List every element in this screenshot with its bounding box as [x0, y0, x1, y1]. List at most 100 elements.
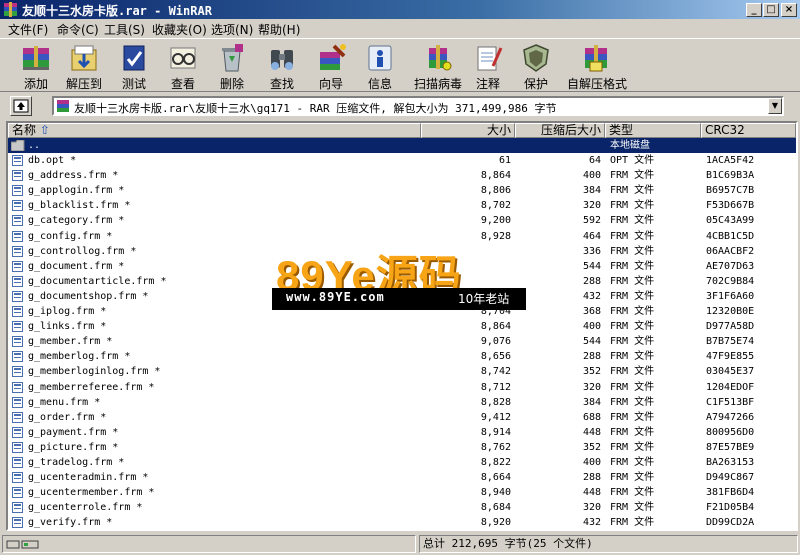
status-summary: 总计 212,695 字节(25 个文件): [419, 535, 798, 553]
file-size: 61: [498, 155, 511, 166]
frm-file-icon: [12, 487, 23, 499]
sfx-button[interactable]: 自解压格式: [567, 42, 627, 91]
file-name: g_category.frm *: [28, 215, 125, 227]
title-bar[interactable]: 友顺十三水房卡版.rar - WinRAR _ □ ×: [0, 0, 800, 19]
up-folder-button[interactable]: [10, 96, 32, 116]
table-row[interactable]: g_picture.frm * 8,762 352 FRM 文件 87E57BE9: [8, 440, 796, 455]
file-packed-size: 384: [582, 396, 601, 408]
table-row[interactable]: g_memberreferee.frm * 8,712 320 FRM 文件 1204E…: [8, 380, 796, 395]
file-packed-size: 288: [582, 472, 601, 484]
info-label: 信息: [367, 77, 392, 91]
file-name: g_payment.frm *: [28, 426, 119, 438]
file-name: g_tradelog.frm *: [28, 457, 125, 468]
table-row[interactable]: g_member.frm * 9,076 544 FRM 文件 B7B75E74: [8, 334, 796, 349]
menu-help[interactable]: 帮助(H): [258, 21, 300, 38]
file-packed-size: 448: [582, 487, 601, 499]
column-name[interactable]: 名称 ⇧: [8, 123, 421, 138]
table-row[interactable]: db.opt * 61 64 OPT 文件 1ACA5F42: [8, 153, 796, 168]
table-row[interactable]: g_memberlog.frm * 8,656 288 FRM 文件 47F9E855: [8, 349, 796, 364]
menu-bar: 文件(F) 命令(C) 工具(S) 收藏夹(O) 选项(N) 帮助(H): [0, 19, 800, 38]
frm-file-icon: [12, 351, 23, 363]
file-type: FRM 文件: [610, 487, 655, 499]
table-row[interactable]: g_tradelog.frm * 8,822 400 FRM 文件 BA263153: [8, 455, 796, 470]
file-name: g_documentshop.frm *: [28, 290, 149, 302]
file-size: 8,762: [480, 441, 511, 453]
file-crc: 381FB6D4: [706, 487, 755, 499]
file-crc: 05C43A99: [706, 215, 755, 227]
test-button[interactable]: 测试: [110, 42, 158, 91]
protect-label: 保护: [523, 77, 548, 91]
column-packed[interactable]: 压缩后大小: [515, 123, 605, 138]
extract-to-button[interactable]: 解压到: [60, 42, 108, 91]
minimize-button[interactable]: _: [746, 3, 762, 17]
table-row[interactable]: g_applogin.frm * 8,806 384 FRM 文件 B6957C7B: [8, 183, 796, 198]
file-crc: F21D05B4: [706, 502, 755, 514]
path-dropdown-button[interactable]: ▼: [768, 98, 782, 114]
file-name: g_blacklist.frm *: [28, 200, 131, 212]
frm-file-icon: [12, 290, 23, 302]
maximize-button[interactable]: □: [763, 3, 779, 17]
info-button[interactable]: 信息: [356, 42, 404, 91]
file-type: FRM 文件: [610, 275, 655, 287]
add-label: 添加: [23, 77, 48, 91]
menu-file[interactable]: 文件(F): [8, 21, 48, 38]
add-button[interactable]: 添加: [12, 42, 60, 91]
table-row[interactable]: g_ucenterrole.frm * 8,684 320 FRM 文件 F21D05B…: [8, 500, 796, 515]
find-button[interactable]: 查找: [258, 42, 306, 91]
delete-button[interactable]: 删除: [208, 42, 256, 91]
file-type: OPT 文件: [610, 155, 655, 166]
shield-icon: [523, 44, 549, 72]
column-size[interactable]: 大小: [421, 123, 515, 138]
frm-file-icon: [12, 366, 23, 378]
table-row[interactable]: g_verify.frm * 8,920 432 FRM 文件 DD99CD2A: [8, 515, 796, 529]
file-type: FRM 文件: [610, 306, 655, 317]
file-type: FRM 文件: [610, 457, 655, 468]
file-list[interactable]: 名称 ⇧ 大小 压缩后大小 类型 CRC32 .. 本地磁盘 db.opt * 6…: [6, 121, 798, 531]
file-size: 8,702: [480, 200, 511, 212]
close-button[interactable]: ×: [781, 3, 797, 17]
frm-file-icon: [12, 155, 23, 166]
file-type: FRM 文件: [610, 230, 655, 242]
table-row[interactable]: g_ucenteradmin.frm * 8,664 288 FRM 文件 D949C8…: [8, 470, 796, 485]
file-crc: A7947266: [706, 411, 755, 423]
column-type[interactable]: 类型: [605, 123, 701, 138]
table-row[interactable]: g_ucentermember.frm * 8,940 448 FRM 文件 381FB…: [8, 485, 796, 500]
frm-file-icon: [12, 396, 23, 408]
frm-file-icon: [12, 215, 23, 227]
file-size: 8,940: [480, 487, 511, 499]
file-type: FRM 文件: [610, 170, 655, 182]
frm-file-icon: [12, 200, 23, 212]
recycle-bin-icon: [222, 44, 243, 72]
file-crc: BA263153: [706, 457, 755, 468]
file-type: FRM 文件: [610, 366, 655, 378]
frm-file-icon: [12, 381, 23, 393]
file-size: 8,864: [480, 321, 511, 333]
file-crc: 3F1F6A60: [706, 290, 755, 302]
wizard-button[interactable]: 向导: [307, 42, 355, 91]
file-name: g_memberloginlog.frm *: [28, 366, 161, 378]
table-row[interactable]: g_category.frm * 9,200 592 FRM 文件 05C43A99: [8, 213, 796, 228]
table-row[interactable]: g_address.frm * 8,864 400 FRM 文件 B1C69B3A: [8, 168, 796, 183]
view-button[interactable]: 查看: [159, 42, 207, 91]
protect-button[interactable]: 保护: [512, 42, 560, 91]
column-crc[interactable]: CRC32: [701, 123, 796, 138]
table-row[interactable]: g_order.frm * 9,412 688 FRM 文件 A7947266: [8, 410, 796, 425]
menu-commands[interactable]: 命令(C): [57, 21, 99, 38]
table-row[interactable]: g_payment.frm * 8,914 448 FRM 文件 800956D0: [8, 425, 796, 440]
table-row[interactable]: g_menu.frm * 8,828 384 FRM 文件 C1F513BF: [8, 395, 796, 410]
file-size: 9,412: [480, 411, 511, 423]
file-type: FRM 文件: [610, 351, 655, 363]
menu-favorites[interactable]: 收藏夹(O): [152, 21, 207, 38]
file-crc: B1C69B3A: [706, 170, 755, 182]
path-field[interactable]: 友顺十三水房卡版.rar\友顺十三水\gq171 - RAR 压缩文件, 解包大…: [52, 96, 784, 116]
comment-button[interactable]: 注释: [464, 42, 512, 91]
table-row[interactable]: g_links.frm * 8,864 400 FRM 文件 D977A58D: [8, 319, 796, 334]
menu-options[interactable]: 选项(N): [211, 21, 253, 38]
virus-scan-label: 扫描病毒: [413, 77, 462, 91]
table-row[interactable]: g_blacklist.frm * 8,702 320 FRM 文件 F53D667B: [8, 198, 796, 213]
menu-tools[interactable]: 工具(S): [104, 21, 145, 38]
file-crc: 47F9E855: [706, 351, 755, 363]
table-row[interactable]: g_memberloginlog.frm * 8,742 352 FRM 文件 0304…: [8, 364, 796, 379]
virus-scan-button[interactable]: 扫描病毒: [413, 42, 463, 91]
parent-folder-row[interactable]: .. 本地磁盘: [8, 138, 796, 153]
